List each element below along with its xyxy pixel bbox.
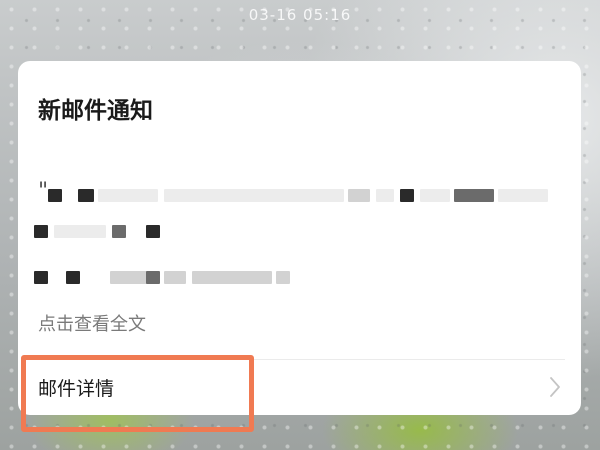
redacted-block: [66, 271, 80, 284]
mail-preview-line-3: [34, 263, 554, 293]
view-full-text-link[interactable]: 点击查看全文: [38, 310, 146, 336]
redacted-block: [54, 225, 106, 238]
status-bar-time: 03-16 05:16: [248, 6, 352, 24]
redacted-block: [420, 189, 450, 202]
redacted-block: [48, 189, 62, 202]
redacted-block: [146, 225, 160, 238]
redacted-block: [498, 189, 548, 202]
redacted-block: [78, 189, 94, 202]
chevron-right-icon: [550, 377, 560, 397]
mail-details-button[interactable]: 邮件详情: [18, 360, 581, 415]
mail-details-label: 邮件详情: [38, 378, 115, 400]
redacted-block: [276, 271, 290, 284]
redacted-block: [112, 225, 126, 238]
preview-quote-mark: ": [38, 179, 49, 204]
redacted-block: [348, 189, 370, 202]
redacted-block: [146, 271, 160, 284]
redacted-block: [98, 189, 158, 202]
redacted-block: [110, 271, 150, 284]
redacted-block: [34, 225, 48, 238]
redacted-block: [34, 271, 48, 284]
mail-preview-line-1: ": [34, 181, 554, 211]
notification-title: 新邮件通知: [38, 98, 153, 124]
redacted-block: [454, 189, 494, 202]
new-mail-notification-card: 新邮件通知 " 点击查看全文 邮件详情: [18, 61, 581, 415]
redacted-block: [400, 189, 414, 202]
redacted-block: [192, 271, 272, 284]
mail-preview-line-2: [34, 217, 554, 247]
redacted-block: [376, 189, 394, 202]
redacted-block: [164, 189, 344, 202]
redacted-block: [164, 271, 186, 284]
